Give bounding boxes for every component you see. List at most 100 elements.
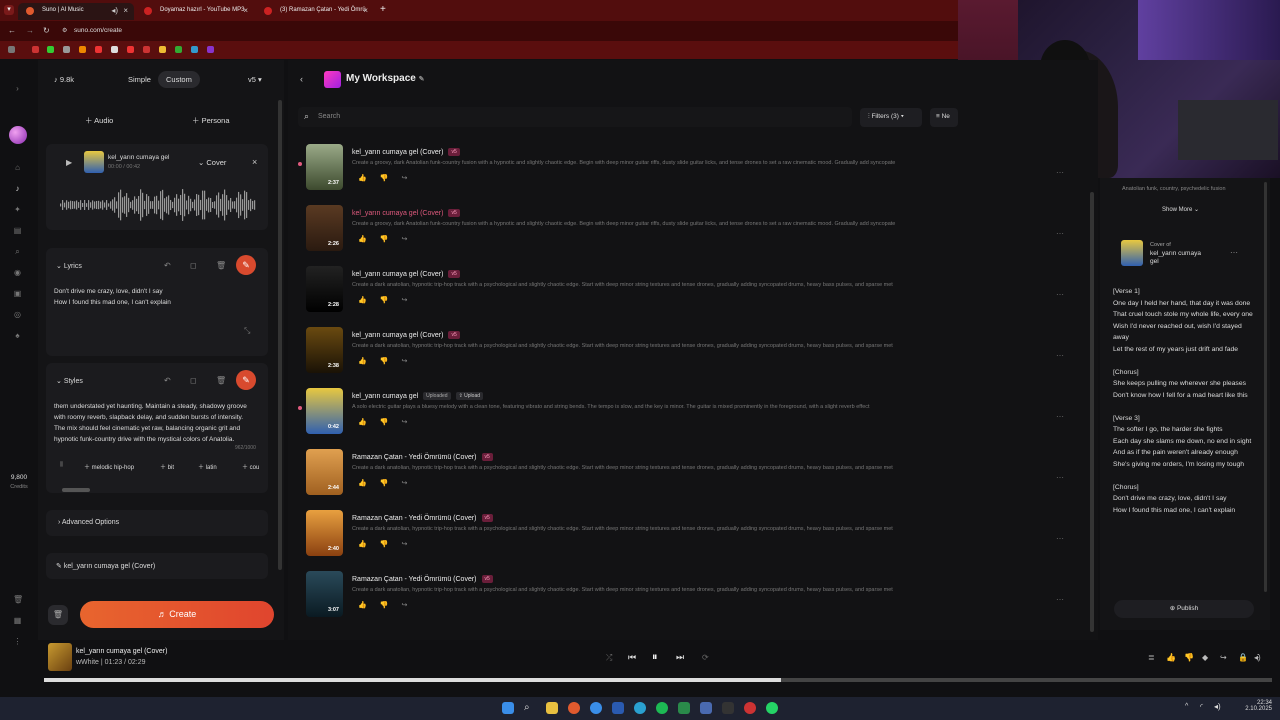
- lyrics-header[interactable]: ⌄ Lyrics: [56, 262, 82, 270]
- delete-icon[interactable]: 🗑: [216, 376, 226, 385]
- tag-filter-icon[interactable]: ⫼: [60, 462, 63, 469]
- tag-chip[interactable]: ＋ cou: [242, 462, 259, 471]
- tray-chevron-icon[interactable]: ^: [1185, 703, 1188, 710]
- song-row[interactable]: 2:28 kel_yarın cumaya gel (Cover) v5 Create…: [288, 266, 1078, 327]
- tag-chip[interactable]: ＋ melodic hip-hop: [84, 462, 134, 471]
- left-scrollbar[interactable]: [278, 100, 282, 570]
- dislike-icon[interactable]: 👎: [380, 419, 402, 426]
- sort-button[interactable]: ≡ Ne: [930, 108, 958, 127]
- repeat-icon[interactable]: ⟳: [702, 653, 709, 662]
- styles-input[interactable]: them understated yet haunting. Maintain …: [54, 401, 250, 455]
- share-icon[interactable]: ↪: [401, 419, 420, 426]
- right-scrollbar[interactable]: [1264, 182, 1267, 592]
- chrome-icon[interactable]: [568, 702, 580, 714]
- undo-icon[interactable]: ↶: [164, 261, 171, 270]
- speaker-icon[interactable]: ◂): [1214, 702, 1221, 711]
- create-button[interactable]: ♬ Create: [80, 601, 274, 628]
- whatsapp-icon[interactable]: [766, 702, 778, 714]
- search-icon[interactable]: ⌕: [13, 247, 22, 256]
- more-icon[interactable]: ⋯: [1056, 595, 1064, 604]
- bookmark-icon[interactable]: [79, 46, 86, 53]
- volume-icon[interactable]: ◂): [1254, 653, 1261, 662]
- player-thumbnail[interactable]: [48, 643, 72, 671]
- search-icon[interactable]: ⌕: [524, 702, 536, 714]
- close-icon[interactable]: ×: [363, 6, 368, 15]
- bookmark-icon[interactable]: [159, 46, 166, 53]
- bookmark-icon[interactable]: [127, 46, 134, 53]
- magic-icon[interactable]: ✎: [236, 255, 256, 275]
- dislike-icon[interactable]: 👎: [1184, 653, 1194, 662]
- like-icon[interactable]: 👍: [358, 236, 380, 243]
- dislike-icon[interactable]: 👎: [380, 541, 402, 548]
- studio-icon[interactable]: ▣: [13, 289, 22, 298]
- song-title[interactable]: kel_yarın cumaya gel (Cover) v5: [352, 209, 460, 217]
- like-icon[interactable]: 👍: [358, 358, 380, 365]
- workspace-title[interactable]: My Workspace ✎: [346, 73, 425, 84]
- cover-dropdown[interactable]: ⌄ Cover: [198, 158, 226, 167]
- more-icon[interactable]: ⋯: [1056, 534, 1064, 543]
- filters-button[interactable]: ⫶ Filters (3) ▾: [860, 108, 922, 127]
- bookmark-icon[interactable]: [207, 46, 214, 53]
- song-row[interactable]: 2:38 kel_yarın cumaya gel (Cover) v5 Create…: [288, 327, 1078, 388]
- mode-custom-tab[interactable]: Custom: [158, 71, 200, 88]
- song-row[interactable]: 3:07 Ramazan Çatan - Yedi Ömrümü (Cover) v…: [288, 571, 1078, 632]
- more-icon[interactable]: ⋯: [1056, 473, 1064, 482]
- share-icon[interactable]: ↪: [1220, 653, 1227, 662]
- bookmark-icon[interactable]: [32, 46, 39, 53]
- trash-icon[interactable]: 🗑: [13, 595, 23, 604]
- advanced-options[interactable]: › Advanced Options: [46, 510, 268, 536]
- bookmark-icon[interactable]: [95, 46, 102, 53]
- docs-icon[interactable]: ▦: [13, 616, 22, 625]
- app-icon[interactable]: [612, 702, 624, 714]
- share-icon[interactable]: ↪: [401, 602, 420, 609]
- song-thumbnail[interactable]: 2:38: [306, 327, 343, 373]
- song-row[interactable]: 2:40 Ramazan Çatan - Yedi Ömrümü (Cover) v…: [288, 510, 1078, 571]
- app-icon[interactable]: [722, 702, 734, 714]
- more-icon[interactable]: ⋯: [1056, 412, 1064, 421]
- cover-thumbnail[interactable]: [1121, 240, 1143, 266]
- song-row[interactable]: 2:37 kel_yarın cumaya gel (Cover) v5 Create…: [288, 144, 1078, 205]
- show-more-button[interactable]: Show More ⌄: [1162, 206, 1199, 213]
- tags-scrollbar[interactable]: [62, 488, 90, 492]
- back-icon[interactable]: ‹: [300, 74, 303, 84]
- cover-title[interactable]: kel_yarın cumaya gel: [1150, 250, 1210, 266]
- song-title-field[interactable]: ✎ kel_yarın cumaya gel (Cover): [46, 553, 268, 579]
- song-thumbnail[interactable]: 2:44: [306, 449, 343, 495]
- dislike-icon[interactable]: 👎: [380, 236, 402, 243]
- like-icon[interactable]: 👍: [358, 175, 380, 182]
- app-icon[interactable]: [744, 702, 756, 714]
- waveform[interactable]: [60, 188, 256, 222]
- explorer-icon[interactable]: [546, 702, 558, 714]
- add-audio-button[interactable]: ＋ Audio: [85, 115, 113, 126]
- forward-icon[interactable]: →: [26, 26, 34, 35]
- steam-icon[interactable]: [700, 702, 712, 714]
- browser-tab-youtube[interactable]: Doyamaz hazırl - YouTube MP3 ×: [136, 3, 254, 20]
- center-scrollbar[interactable]: [1090, 192, 1094, 632]
- new-tab-button[interactable]: +: [380, 4, 386, 15]
- hooks-icon[interactable]: ◎: [13, 310, 22, 319]
- library-icon[interactable]: ▤: [13, 226, 22, 235]
- delete-icon[interactable]: 🗑: [216, 261, 226, 270]
- back-icon[interactable]: ←: [8, 26, 16, 35]
- bookmark-icon[interactable]: [111, 46, 118, 53]
- copy-icon[interactable]: ◻: [190, 376, 197, 385]
- magic-icon[interactable]: ✎: [236, 370, 256, 390]
- share-icon[interactable]: ↪: [401, 480, 420, 487]
- copy-icon[interactable]: ◻: [190, 261, 197, 270]
- song-title[interactable]: Ramazan Çatan - Yedi Ömrümü (Cover) v5: [352, 514, 493, 522]
- tag-chip[interactable]: ＋ bit: [160, 462, 174, 471]
- share-icon[interactable]: ↪: [401, 541, 420, 548]
- like-icon[interactable]: 👍: [358, 541, 380, 548]
- version-select[interactable]: v5 ▾: [248, 75, 262, 84]
- publish-button[interactable]: ⊕ Publish: [1114, 600, 1254, 618]
- more-icon[interactable]: ⋯: [1056, 290, 1064, 299]
- like-icon[interactable]: 👍: [1166, 653, 1176, 662]
- clear-button[interactable]: 🗑: [48, 605, 68, 625]
- site-info-icon[interactable]: ⚙: [62, 27, 67, 34]
- song-thumbnail[interactable]: 3:07: [306, 571, 343, 617]
- close-icon[interactable]: ×: [123, 6, 128, 15]
- like-icon[interactable]: 👍: [358, 480, 380, 487]
- progress-track[interactable]: [44, 678, 1272, 682]
- search-input[interactable]: ⌕ Search: [298, 107, 852, 127]
- share-icon[interactable]: ↪: [401, 236, 420, 243]
